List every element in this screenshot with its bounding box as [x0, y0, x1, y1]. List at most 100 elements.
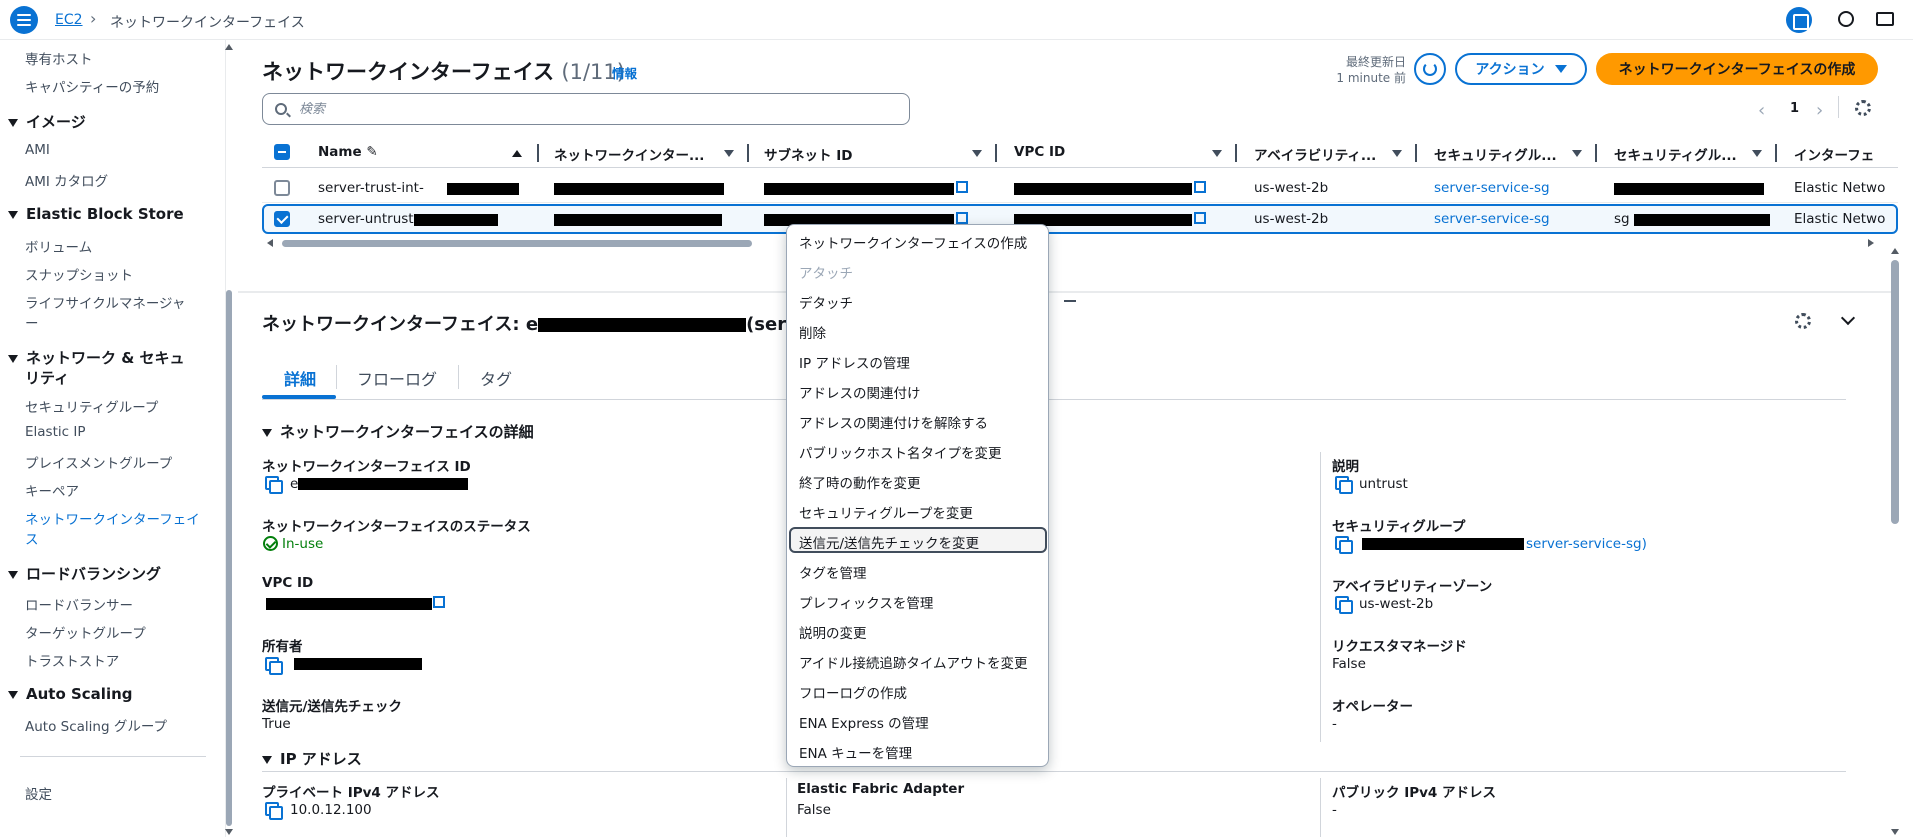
sidebar-group-images[interactable]: イメージ — [8, 111, 86, 132]
sort-icon[interactable] — [972, 150, 982, 157]
external-link-icon[interactable] — [956, 212, 968, 224]
main-scrollbar-thumb[interactable] — [1891, 260, 1899, 524]
search-box[interactable] — [262, 93, 910, 125]
menu-item-manage-ip[interactable]: IP アドレスの管理 — [799, 352, 910, 372]
menu-item-change-description[interactable]: 説明の変更 — [799, 622, 867, 642]
external-link-icon[interactable] — [1194, 181, 1206, 193]
column-resizer[interactable] — [1595, 144, 1597, 162]
row-checkbox-checked[interactable] — [274, 211, 290, 227]
sidebar-item-ami-catalog[interactable]: AMI カタログ — [25, 170, 108, 190]
menu-item-manage-prefixes[interactable]: プレフィックスを管理 — [799, 592, 933, 612]
column-resizer[interactable] — [995, 144, 997, 162]
search-input[interactable] — [299, 99, 899, 119]
row-checkbox[interactable] — [274, 180, 290, 196]
section-eni-details[interactable]: ネットワークインターフェイスの詳細 — [262, 421, 534, 442]
redacted-eni-id[interactable] — [554, 183, 724, 195]
split-panel-divider[interactable] — [238, 291, 1898, 293]
menu-item-change-security-groups[interactable]: セキュリティグループを変更 — [799, 502, 973, 522]
tab-flow-logs[interactable]: フローログ — [357, 366, 437, 390]
security-group-link[interactable]: server-service-sg) — [1526, 536, 1647, 552]
sort-icon[interactable] — [1752, 150, 1762, 157]
sidebar-item-snapshots[interactable]: スナップショット — [25, 264, 133, 284]
menu-item-associate-address[interactable]: アドレスの関連付け — [799, 382, 921, 402]
cell-sg-name-link[interactable]: server-service-sg — [1434, 211, 1550, 227]
redacted-eni-id[interactable] — [554, 214, 722, 226]
page-number[interactable]: 1 — [1790, 101, 1799, 116]
column-header-vpc-id[interactable]: VPC ID — [1014, 144, 1065, 160]
sidebar-item-key-pairs[interactable]: キーペア — [25, 480, 79, 500]
menu-item-create-eni[interactable]: ネットワークインターフェイスの作成 — [799, 232, 1027, 252]
column-header-name[interactable]: Name ✎ — [318, 144, 378, 160]
column-header-sg-id[interactable]: セキュリティグル... — [1614, 144, 1737, 164]
table-horizontal-scrollbar-thumb[interactable] — [282, 240, 752, 247]
menu-item-change-idle-timeout[interactable]: アイドル接続追跡タイムアウトを変更 — [799, 652, 1028, 672]
scroll-down-arrow-icon[interactable] — [1891, 829, 1899, 835]
redacted-sg-id[interactable] — [1614, 183, 1764, 195]
sidebar-item-auto-scaling-groups[interactable]: Auto Scaling グループ — [25, 715, 167, 735]
column-header-interface-type[interactable]: インターフェ — [1794, 144, 1874, 164]
menu-item-manage-ena-queues[interactable]: ENA キューを管理 — [799, 742, 912, 762]
sidebar-group-network-security[interactable]: ネットワーク & セキュ — [8, 347, 185, 368]
notifications-icon[interactable] — [1838, 11, 1854, 27]
sidebar-group-auto-scaling[interactable]: Auto Scaling — [8, 685, 133, 703]
tab-tags[interactable]: タグ — [480, 366, 512, 390]
redacted-vpc-id[interactable] — [266, 598, 432, 610]
sidebar-item-ami[interactable]: AMI — [25, 142, 50, 158]
column-resizer[interactable] — [1775, 144, 1777, 162]
column-resizer[interactable] — [747, 144, 749, 162]
column-header-eni[interactable]: ネットワークインター... — [554, 144, 704, 164]
sidebar-item-placement-groups[interactable]: プレイスメントグループ — [25, 452, 172, 472]
column-resizer[interactable] — [1235, 144, 1237, 162]
sort-icon[interactable] — [1572, 150, 1582, 157]
refresh-icon[interactable] — [1414, 53, 1446, 85]
menu-item-manage-ena-express[interactable]: ENA Express の管理 — [799, 712, 929, 732]
hamburger-menu-icon[interactable] — [10, 6, 38, 34]
gear-icon[interactable] — [1795, 313, 1811, 329]
cell-sg-name-link[interactable]: server-service-sg — [1434, 180, 1550, 196]
page-next-icon[interactable]: › — [1816, 100, 1823, 121]
menu-item-delete[interactable]: 削除 — [799, 322, 826, 342]
column-header-sg-name[interactable]: セキュリティグル... — [1434, 144, 1557, 164]
display-settings-icon[interactable] — [1876, 12, 1894, 26]
redacted-vpc-id[interactable] — [1014, 183, 1192, 195]
sidebar-item-lifecycle-manager-cont[interactable]: ー — [25, 312, 39, 332]
gear-icon[interactable] — [1855, 100, 1871, 116]
table-row[interactable]: server-trust-int- us-west-2b server-serv… — [262, 173, 1898, 203]
copy-icon[interactable] — [265, 476, 283, 494]
sort-icon[interactable] — [724, 150, 734, 157]
menu-item-create-flow-log[interactable]: フローログの作成 — [799, 682, 907, 702]
scroll-up-arrow-icon[interactable] — [225, 44, 233, 50]
sort-icon[interactable] — [1392, 150, 1402, 157]
sidebar-group-load-balancing[interactable]: ロードバランシング — [8, 563, 161, 584]
sort-icon[interactable] — [1212, 150, 1222, 157]
sidebar-item-network-interfaces-cont[interactable]: ス — [25, 528, 39, 548]
split-panel-icon[interactable] — [1786, 7, 1812, 33]
scroll-left-arrow-icon[interactable] — [267, 239, 273, 247]
scroll-down-arrow-icon[interactable] — [225, 829, 233, 835]
create-network-interface-button[interactable]: ネットワークインターフェイスの作成 — [1596, 53, 1878, 85]
sidebar-item-load-balancers[interactable]: ロードバランサー — [25, 594, 133, 614]
menu-item-change-source-dest-check[interactable]: 送信元/送信先チェックを変更 — [799, 532, 979, 552]
sidebar-item-dedicated-hosts[interactable]: 専有ホスト — [25, 48, 93, 68]
external-link-icon[interactable] — [956, 181, 968, 193]
external-link-icon[interactable] — [1194, 212, 1206, 224]
external-link-icon[interactable] — [433, 596, 445, 608]
info-link[interactable]: 情報 — [612, 63, 637, 82]
sidebar-item-trust-stores[interactable]: トラストストア — [25, 650, 119, 670]
column-resizer[interactable] — [1415, 144, 1417, 162]
scroll-up-arrow-icon[interactable] — [1891, 248, 1899, 254]
scroll-right-arrow-icon[interactable] — [1868, 239, 1874, 247]
sidebar-item-elastic-ip[interactable]: Elastic IP — [25, 424, 85, 440]
sidebar-item-volumes[interactable]: ボリューム — [25, 236, 92, 256]
menu-item-disassociate-address[interactable]: アドレスの関連付けを解除する — [799, 412, 988, 432]
sidebar-group-ebs[interactable]: Elastic Block Store — [8, 205, 184, 223]
chevron-down-icon[interactable] — [1840, 310, 1856, 326]
sidebar-item-lifecycle-manager[interactable]: ライフサイクルマネージャ — [25, 292, 185, 312]
copy-icon[interactable] — [1335, 536, 1353, 554]
copy-icon[interactable] — [265, 802, 283, 820]
redacted-sg-id[interactable] — [1362, 538, 1524, 550]
menu-item-detach[interactable]: デタッチ — [799, 292, 853, 312]
sidebar-scrollbar-thumb[interactable] — [226, 290, 232, 826]
tab-details[interactable]: 詳細 — [284, 366, 316, 390]
sidebar-item-capacity-reservations[interactable]: キャパシティーの予約 — [25, 76, 159, 96]
